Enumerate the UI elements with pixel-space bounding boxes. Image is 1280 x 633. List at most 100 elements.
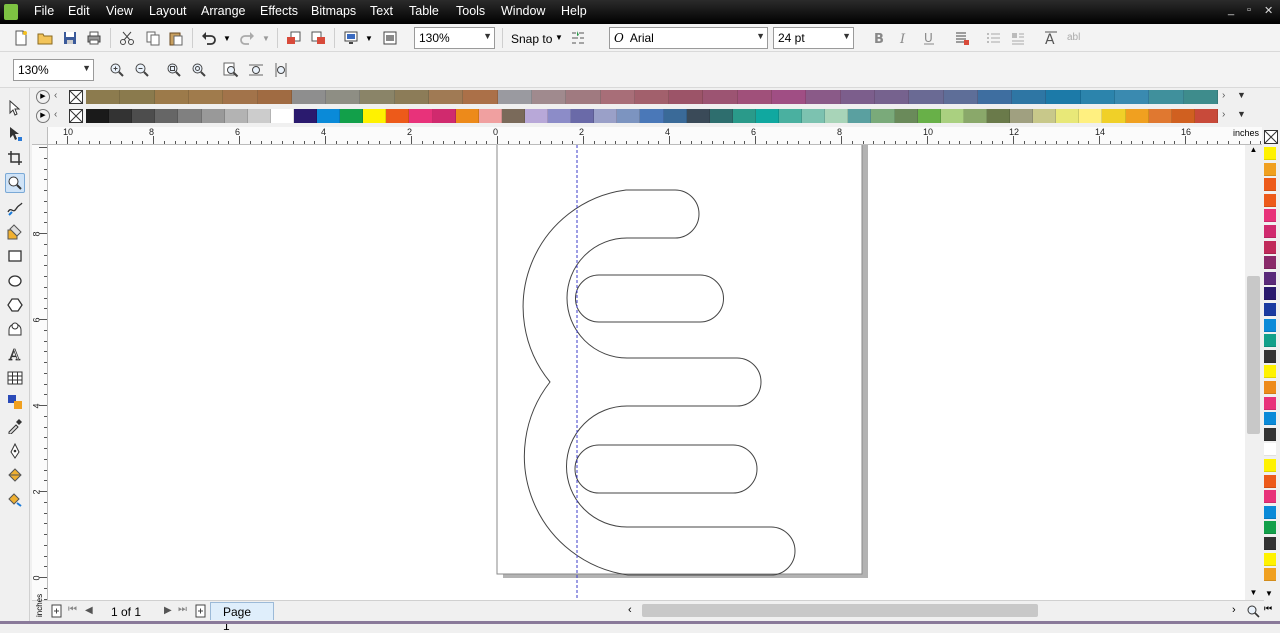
- color-swatch[interactable]: [291, 90, 327, 104]
- app-icon[interactable]: [4, 4, 18, 20]
- palette-scroll-left-icon[interactable]: ‹: [54, 109, 57, 120]
- cut-icon[interactable]: [118, 29, 136, 47]
- color-swatch[interactable]: [1148, 109, 1172, 123]
- color-swatch[interactable]: [394, 90, 430, 104]
- vertical-scroll-thumb[interactable]: [1247, 276, 1260, 434]
- menu-view[interactable]: View: [106, 4, 133, 18]
- color-swatch[interactable]: [1183, 90, 1218, 104]
- color-swatch[interactable]: [1264, 240, 1276, 254]
- color-swatch[interactable]: [270, 109, 294, 123]
- snap-options-icon[interactable]: [569, 29, 587, 47]
- color-swatch[interactable]: [755, 109, 780, 123]
- undo-dropdown-icon[interactable]: ▼: [222, 29, 232, 47]
- welcome-screen-icon[interactable]: [381, 29, 399, 47]
- color-swatch[interactable]: [806, 90, 841, 104]
- scroll-down-icon[interactable]: ▼: [1245, 588, 1262, 600]
- palette-scroll-down-icon[interactable]: ▼: [1265, 589, 1273, 598]
- zoom-level-select[interactable]: 130% ▼: [414, 27, 495, 49]
- color-swatch[interactable]: [1264, 474, 1276, 488]
- color-swatch[interactable]: [1264, 349, 1276, 363]
- color-swatch[interactable]: [1115, 90, 1150, 104]
- color-swatch[interactable]: [1033, 109, 1057, 123]
- color-swatch[interactable]: [703, 90, 738, 104]
- basic-shapes-tool-icon[interactable]: [5, 319, 25, 339]
- color-swatch[interactable]: [825, 109, 849, 123]
- color-swatch[interactable]: [634, 90, 670, 104]
- zoom-to-page-width-icon[interactable]: [247, 61, 265, 79]
- page-tab[interactable]: Page 1: [210, 602, 274, 633]
- color-swatch[interactable]: [86, 109, 110, 123]
- zoom-tool-icon[interactable]: [5, 173, 25, 193]
- underline-icon[interactable]: U: [920, 29, 938, 47]
- color-swatch[interactable]: [737, 90, 773, 104]
- color-swatch[interactable]: [848, 109, 872, 123]
- color-swatch[interactable]: [686, 109, 710, 123]
- color-swatch[interactable]: [247, 109, 271, 123]
- color-swatch[interactable]: [363, 109, 387, 123]
- save-icon[interactable]: [61, 29, 79, 47]
- color-swatch[interactable]: [178, 109, 202, 123]
- color-swatch[interactable]: [1264, 178, 1276, 192]
- menu-arrange[interactable]: Arrange: [201, 4, 245, 18]
- color-swatch[interactable]: [223, 90, 258, 104]
- application-launcher-icon[interactable]: [342, 29, 360, 47]
- menu-effects[interactable]: Effects: [260, 4, 298, 18]
- add-page-after-icon[interactable]: [194, 604, 208, 618]
- color-swatch[interactable]: [429, 90, 464, 104]
- eyedropper-tool-icon[interactable]: [5, 416, 25, 436]
- color-swatch[interactable]: [917, 109, 941, 123]
- palette-expand-icon[interactable]: ▼: [1237, 109, 1246, 119]
- open-folder-icon[interactable]: [36, 29, 54, 47]
- redo-dropdown-icon[interactable]: ▼: [261, 29, 271, 47]
- color-swatch[interactable]: [1264, 318, 1276, 332]
- ellipse-tool-icon[interactable]: [5, 271, 25, 291]
- color-swatch[interactable]: [1264, 303, 1276, 316]
- color-swatch[interactable]: [154, 90, 189, 104]
- color-swatch[interactable]: [1264, 427, 1276, 441]
- bullet-list-icon[interactable]: [985, 29, 1003, 47]
- copy-icon[interactable]: [144, 29, 162, 47]
- color-swatch[interactable]: [940, 109, 964, 123]
- drop-cap-icon[interactable]: [1009, 29, 1027, 47]
- font-list-select[interactable]: O Arial ▼: [609, 27, 768, 49]
- color-swatch[interactable]: [1056, 109, 1080, 123]
- drawing-canvas[interactable]: [48, 145, 1245, 600]
- color-swatch[interactable]: [1149, 90, 1184, 104]
- import-icon[interactable]: [285, 29, 303, 47]
- next-page-icon[interactable]: ▶: [164, 605, 172, 616]
- bold-icon[interactable]: B: [870, 29, 888, 47]
- color-swatch[interactable]: [1102, 109, 1126, 123]
- color-swatch[interactable]: [663, 109, 687, 123]
- color-swatch[interactable]: [1264, 396, 1276, 410]
- menu-file[interactable]: File: [34, 4, 54, 18]
- scroll-right-icon[interactable]: ›: [1232, 604, 1236, 616]
- color-swatch[interactable]: [874, 90, 910, 104]
- scroll-up-icon[interactable]: ▲: [1245, 145, 1262, 157]
- color-swatch[interactable]: [120, 90, 155, 104]
- color-swatch[interactable]: [1264, 209, 1276, 223]
- color-swatch[interactable]: [640, 109, 664, 123]
- color-swatch[interactable]: [977, 90, 1013, 104]
- palette-scroll-right-icon[interactable]: ›: [1222, 90, 1225, 101]
- table-tool-icon[interactable]: [5, 368, 25, 388]
- color-swatch[interactable]: [1046, 90, 1081, 104]
- color-swatch[interactable]: [1264, 271, 1276, 285]
- palette-expand-icon[interactable]: ▼: [1237, 90, 1246, 100]
- color-swatch[interactable]: [432, 109, 456, 123]
- color-swatch[interactable]: [1264, 443, 1276, 457]
- menu-help[interactable]: Help: [561, 4, 587, 18]
- color-swatch[interactable]: [1264, 537, 1276, 550]
- no-fill-swatch-icon[interactable]: [1264, 130, 1278, 144]
- outline-pen-tool-icon[interactable]: [5, 441, 25, 461]
- color-swatch[interactable]: [1012, 90, 1047, 104]
- color-swatch[interactable]: [840, 90, 875, 104]
- snap-to-button[interactable]: Snap to: [511, 32, 552, 46]
- color-swatch[interactable]: [132, 109, 156, 123]
- horizontal-ruler[interactable]: 10 8 6 4 2 0 2 4 6 8 10 12 14 16: [48, 127, 1262, 145]
- color-swatch[interactable]: [963, 109, 987, 123]
- color-swatch[interactable]: [894, 109, 918, 123]
- color-swatch[interactable]: [772, 90, 807, 104]
- palette-end-icon[interactable]: ⏮: [1264, 603, 1272, 614]
- ruler-origin[interactable]: [32, 127, 48, 145]
- color-swatch[interactable]: [1264, 459, 1276, 472]
